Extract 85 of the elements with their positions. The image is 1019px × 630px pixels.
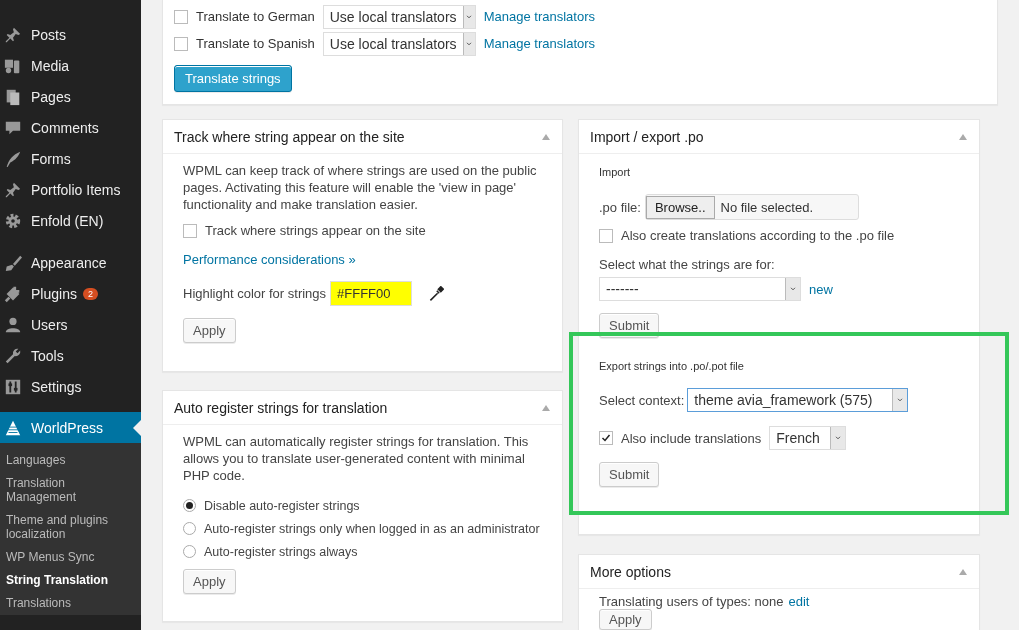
feather-icon xyxy=(4,149,22,168)
section-heading: Export strings into .po/.pot file xyxy=(599,360,745,372)
dropdown[interactable]: Use local translators xyxy=(322,31,476,56)
sliders-icon xyxy=(4,377,22,396)
section-heading: Import xyxy=(599,166,632,178)
checkbox[interactable] xyxy=(174,9,188,24)
file-status: No file selected. xyxy=(720,199,813,215)
collapse-icon[interactable] xyxy=(959,568,967,575)
brush-icon xyxy=(4,253,22,272)
manage-link[interactable]: Manage translators xyxy=(483,36,596,51)
card-title: Track where string appear on the site xyxy=(174,128,405,145)
caret-icon xyxy=(896,396,905,404)
user-icon xyxy=(4,315,22,334)
checkbox[interactable] xyxy=(599,431,613,445)
eyedropper-icon xyxy=(428,285,445,302)
info-text: Translating users of types: none xyxy=(599,594,784,609)
caret-icon xyxy=(834,434,843,442)
menu-item[interactable]: Enfold (EN) xyxy=(0,205,141,236)
pin-icon xyxy=(4,25,22,44)
menu-item[interactable]: Plugins 2 xyxy=(0,278,141,309)
checkbox-label: Translate to German xyxy=(196,9,315,24)
card-title: More options xyxy=(590,563,671,580)
checkmark-icon xyxy=(601,433,611,443)
plug-icon xyxy=(4,284,22,303)
apply-button[interactable]: Apply xyxy=(183,569,236,594)
field-label: Highlight color for strings xyxy=(183,286,327,301)
browse-button[interactable]: Browse.. xyxy=(645,195,715,219)
menu-item[interactable]: Tools xyxy=(0,340,141,371)
card-title: Auto register strings for translation xyxy=(174,399,388,416)
menu-item[interactable]: Posts xyxy=(0,19,141,50)
menu-item[interactable]: Forms xyxy=(0,143,141,174)
dropdown[interactable]: Use local translators xyxy=(322,4,476,29)
submit-button[interactable]: Submit xyxy=(599,462,660,487)
submenu-item[interactable]: WP Menus Sync xyxy=(0,546,141,569)
submenu-item[interactable]: Languages xyxy=(0,449,141,472)
radio-label: Disable auto-register strings xyxy=(204,498,360,513)
field-label: Select context: xyxy=(599,392,685,408)
checkbox-label: Translate to Spanish xyxy=(196,36,315,51)
menu-item[interactable]: Media xyxy=(0,50,141,81)
checkbox[interactable] xyxy=(599,228,613,243)
card-title: Import / export .po xyxy=(590,128,704,145)
submenu-item[interactable]: Theme and plugins localization xyxy=(0,509,141,546)
menu-item[interactable]: Comments xyxy=(0,112,141,143)
pin-icon xyxy=(4,180,22,199)
edit-link[interactable]: edit xyxy=(788,594,810,609)
collapse-icon[interactable] xyxy=(542,133,550,140)
menu-item[interactable]: Users xyxy=(0,309,141,340)
wrench-icon xyxy=(4,346,22,365)
manage-link[interactable]: Manage translators xyxy=(483,9,595,24)
performance-link[interactable]: Performance considerations » xyxy=(183,252,356,267)
field-label: Select what the strings are for: xyxy=(599,257,776,272)
description: WPML can automatically register strings for translation. This allows you to translate user-generated content with minimal PHP code. xyxy=(183,433,530,484)
checkbox[interactable] xyxy=(183,223,197,238)
menu-item[interactable]: Portfolio Items xyxy=(0,174,141,205)
menu-item[interactable]: Pages xyxy=(0,81,141,112)
checkbox-label: Also create translations according to the .po file xyxy=(621,228,895,243)
caret-icon xyxy=(465,12,474,21)
caret-icon xyxy=(465,39,474,48)
caret-icon xyxy=(789,285,797,293)
collapse-icon[interactable] xyxy=(542,404,550,411)
pages-icon xyxy=(4,87,22,106)
submenu-item[interactable]: Translations xyxy=(0,592,141,615)
color-field[interactable]: #FFFF00 xyxy=(330,281,413,306)
apply-button[interactable]: Apply xyxy=(599,609,652,630)
radio-label: Auto-register strings only when logged in as an administrator xyxy=(204,521,540,536)
submenu-item[interactable]: String Translation xyxy=(0,569,141,592)
new-link[interactable]: new xyxy=(809,281,833,297)
collapse-icon[interactable] xyxy=(959,133,967,140)
dropdown[interactable]: ------- xyxy=(599,277,801,301)
field-label: .po file: xyxy=(599,199,641,215)
submenu-item[interactable]: Translation Management xyxy=(0,472,141,509)
gear-icon xyxy=(4,211,22,230)
radio-label: Auto-register strings always xyxy=(204,544,358,559)
dropdown[interactable]: French xyxy=(769,426,847,450)
menu-item[interactable]: Settings xyxy=(0,371,141,402)
apply-button[interactable]: Apply xyxy=(183,318,236,343)
checkbox[interactable] xyxy=(174,36,188,51)
menu-item[interactable]: WorldPress xyxy=(0,412,141,443)
checkbox-label: Also include translations xyxy=(621,430,762,446)
description: WPML can keep track of where strings are used on the public pages. Activating this feature will enable the 'view in page' functionality and make translation easier. xyxy=(183,162,538,213)
checkbox-label: Track where strings appear on the site xyxy=(205,223,426,238)
notification-badge: 2 xyxy=(82,287,98,300)
menu-item[interactable]: Appearance xyxy=(0,247,141,278)
dropdown[interactable]: theme avia_framework (575) xyxy=(687,388,909,412)
file-input[interactable]: Browse.. No file selected. xyxy=(644,194,859,220)
